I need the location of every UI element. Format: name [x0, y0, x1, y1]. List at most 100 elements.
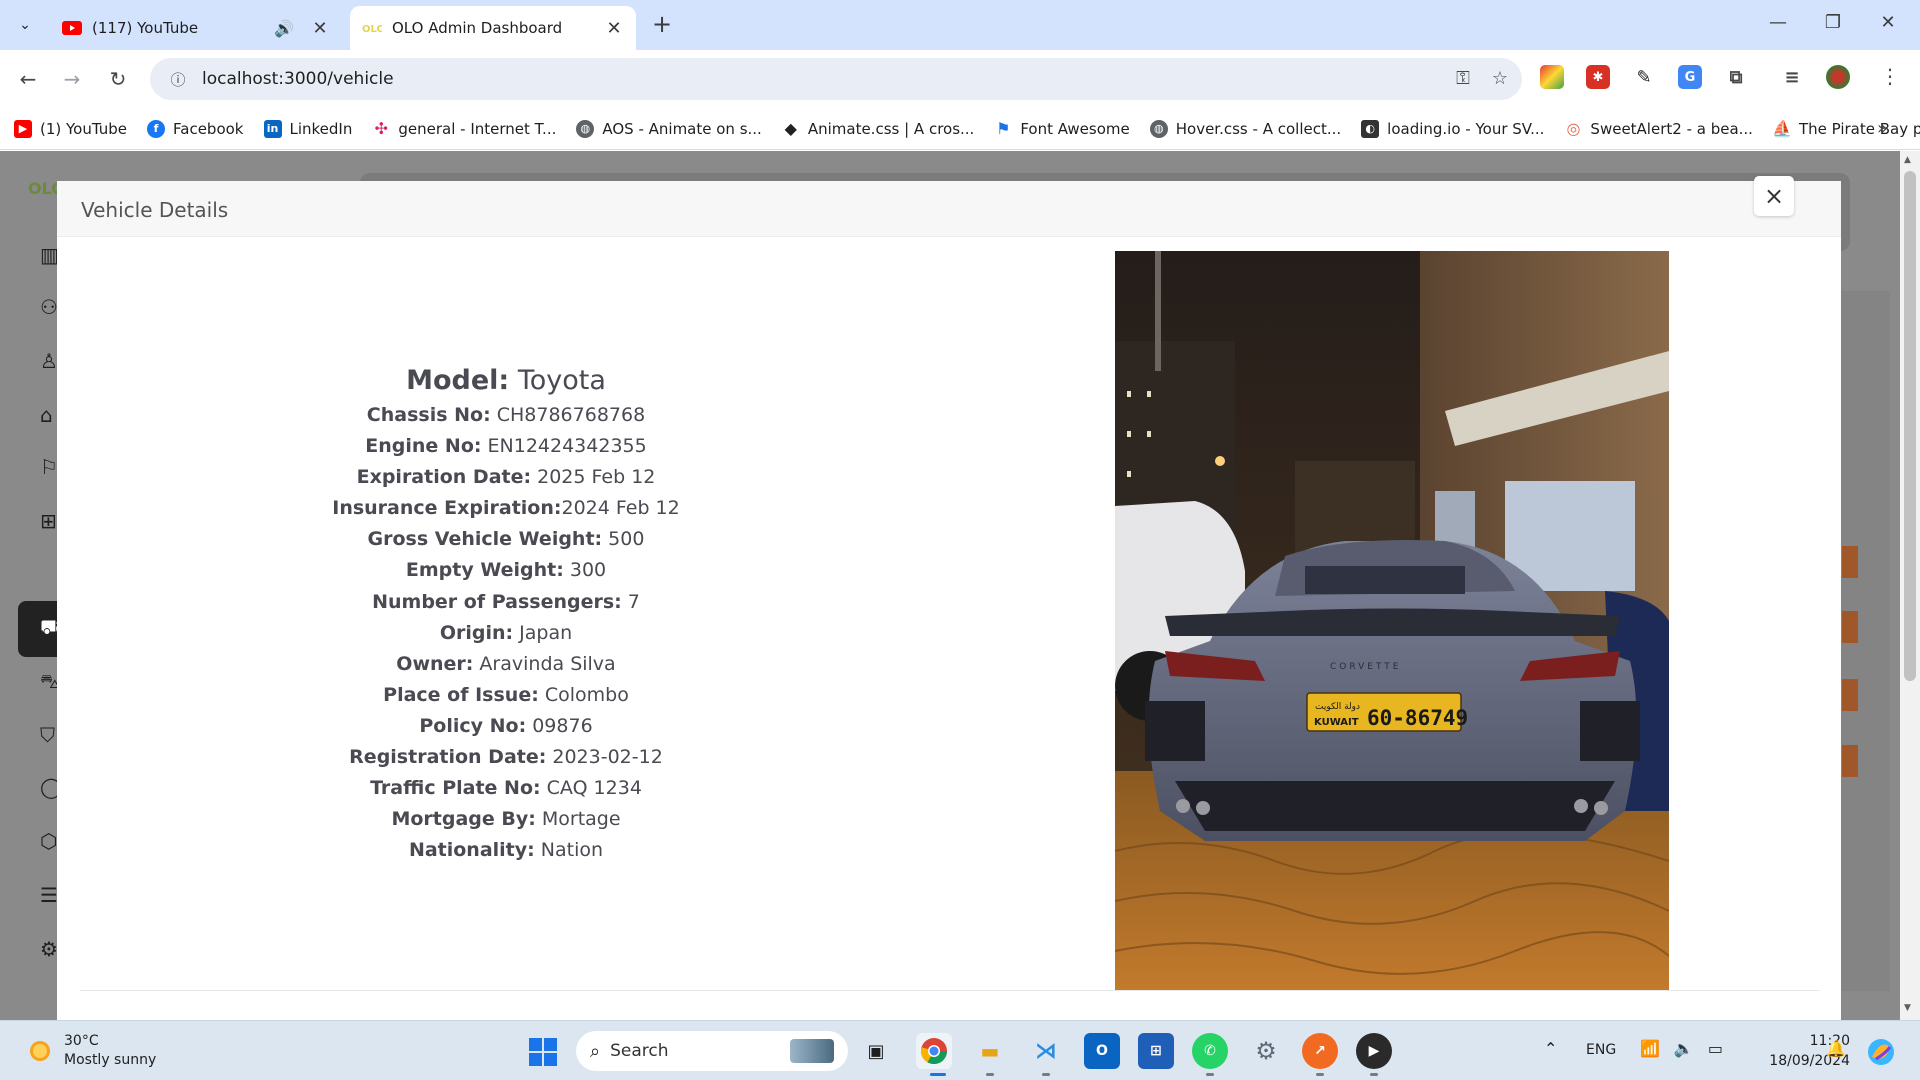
globe-icon: ◍ [576, 119, 595, 138]
minimize-button[interactable]: — [1766, 12, 1790, 38]
field-value: 500 [602, 528, 645, 551]
detail-row: Insurance Expiration:2024 Feb 12 [290, 493, 722, 524]
media-control-icon[interactable]: ≡ [1780, 65, 1804, 89]
youtube-icon: ▶ [14, 119, 32, 138]
battery-icon[interactable]: ▭ [1708, 1039, 1723, 1058]
reload-button[interactable]: ↻ [104, 65, 132, 93]
weather-temperature[interactable]: 30°C [64, 1033, 99, 1049]
notification-bell-icon[interactable]: 🔔 [1826, 1039, 1846, 1058]
postman-icon[interactable]: ↗ [1302, 1033, 1338, 1069]
vscode-icon[interactable]: ⋊ [1028, 1033, 1064, 1069]
view-button[interactable] [1842, 745, 1858, 777]
bookmark-item[interactable]: ◍ Hover.css - A collect... [1149, 119, 1342, 138]
users-icon[interactable]: ⚇ [40, 295, 58, 319]
bookmark-label: Hover.css - A collect... [1175, 119, 1342, 138]
detail-row: Engine No: EN12424342355 [290, 431, 722, 462]
gear-icon[interactable]: ⚙ [40, 937, 58, 961]
eyedropper-icon[interactable]: ✎ [1632, 65, 1656, 89]
tab-search-button[interactable]: ⌄ [10, 10, 40, 40]
user-icon[interactable]: ♙ [40, 349, 58, 373]
weather-description[interactable]: Mostly sunny [64, 1052, 156, 1068]
field-label: Origin: [439, 621, 514, 644]
outlook-icon[interactable]: O [1084, 1033, 1120, 1069]
tab-olo-admin[interactable]: OLO OLO Admin Dashboard ✕ [350, 6, 636, 50]
site-info-icon[interactable]: ⓘ [158, 69, 198, 90]
bookmark-item[interactable]: ⚑ Font Awesome [994, 119, 1130, 138]
view-button[interactable] [1842, 679, 1858, 711]
window-close-button[interactable]: ✕ [1876, 12, 1900, 38]
puzzle-extensions-icon[interactable]: ⧉ [1724, 65, 1748, 89]
plate-country: KUWAIT [1314, 717, 1359, 728]
taskbar-search[interactable]: ⌕ Search [576, 1031, 848, 1071]
chevron-up-icon[interactable]: ⌃ [1544, 1039, 1557, 1058]
scroll-up-icon[interactable]: ▲ [1904, 155, 1911, 165]
microsoft-store-icon[interactable]: ⊞ [1138, 1033, 1174, 1069]
windows-start-icon[interactable] [528, 1037, 558, 1067]
profile-avatar[interactable] [1826, 65, 1850, 89]
field-value: Mortage [535, 808, 621, 831]
youtube-icon [62, 18, 82, 38]
whatsapp-icon[interactable]: ✆ [1192, 1033, 1228, 1069]
media-player-icon[interactable]: ▶ [1356, 1033, 1392, 1069]
chrome-icon[interactable] [916, 1033, 952, 1069]
svg-text:OLO: OLO [362, 24, 382, 35]
field-value: Japan [513, 621, 573, 644]
settings-gear-icon[interactable]: ⚙ [1248, 1033, 1284, 1069]
field-label: Gross Vehicle Weight: [367, 528, 603, 551]
gift-icon[interactable]: ⊞ [40, 509, 57, 533]
bookmark-icon[interactable]: ⚐ [40, 455, 58, 479]
bookmark-star-icon[interactable]: ☆ [1492, 68, 1508, 89]
scroll-down-icon[interactable]: ▼ [1904, 1003, 1911, 1013]
field-label: Nationality: [408, 839, 535, 862]
page-scrollbar[interactable]: ▲ ▼ [1900, 151, 1920, 1020]
detail-row: Place of Issue: Colombo [290, 680, 722, 711]
scroll-thumb[interactable] [1904, 171, 1916, 681]
bookmark-item[interactable]: ◎ SweetAlert2 - a bea... [1564, 119, 1753, 138]
bookmark-item[interactable]: ◍ AOS - Animate on s... [576, 119, 762, 138]
box-icon[interactable]: ⬡ [40, 829, 57, 853]
file-explorer-icon[interactable]: ▬ [972, 1033, 1008, 1069]
speaker-icon[interactable]: 🔊 [274, 19, 294, 38]
bookmark-item[interactable]: ▶ (1) YouTube [14, 119, 128, 138]
restore-button[interactable]: ❐ [1821, 12, 1845, 38]
volume-icon[interactable]: 🔈 [1674, 1039, 1694, 1058]
task-view-icon[interactable]: ▣ [858, 1033, 894, 1069]
url-text[interactable]: localhost:3000/vehicle [202, 69, 1522, 89]
bookmark-item[interactable]: ◐ loading.io - Your SV... [1361, 119, 1544, 138]
olo-favicon-icon: OLO [362, 18, 382, 38]
modal-close-button[interactable]: × [1754, 176, 1794, 216]
address-bar[interactable]: ⓘ localhost:3000/vehicle ⚿ ☆ [150, 58, 1522, 100]
bookmark-label: Facebook [173, 119, 244, 138]
view-button[interactable] [1842, 546, 1858, 578]
close-icon[interactable]: ✕ [310, 18, 330, 39]
bookmark-label: (1) YouTube [40, 119, 128, 138]
new-tab-button[interactable]: + [650, 12, 674, 38]
bookmark-item[interactable]: in LinkedIn [263, 119, 352, 138]
windows-taskbar: 30°C Mostly sunny ⌕ Search ▣ ▬ ⋊ O ⊞ ✆ ⚙… [0, 1020, 1920, 1080]
shield-icon[interactable]: ⛉ [40, 723, 55, 747]
extension-icon[interactable]: ✱ [1586, 65, 1610, 89]
more-menu-icon[interactable]: ⋮ [1880, 64, 1900, 88]
password-key-icon[interactable]: ⚿ [1456, 68, 1470, 89]
bookmark-item[interactable]: f Facebook [147, 119, 244, 138]
detail-row: Traffic Plate No: CAQ 1234 [290, 773, 722, 804]
color-picker-extension-icon[interactable] [1540, 65, 1564, 89]
view-button[interactable] [1842, 611, 1858, 643]
bookmark-item[interactable]: ✣ general - Internet T... [372, 119, 556, 138]
back-button[interactable]: ← [14, 65, 42, 93]
close-icon[interactable]: ✕ [604, 18, 624, 39]
server-icon[interactable]: ☰ [40, 883, 58, 907]
sun-icon[interactable] [26, 1037, 54, 1065]
wifi-icon[interactable]: 📶 [1640, 1039, 1660, 1058]
tab-youtube[interactable]: (117) YouTube 🔊 ✕ [50, 6, 342, 50]
input-language[interactable]: ENG [1586, 1042, 1616, 1058]
translate-icon[interactable]: G [1678, 65, 1702, 89]
bookmark-item[interactable]: ⛵ The Pirate Bay prox... [1772, 119, 1920, 138]
bookmark-item[interactable]: ◆ Animate.css | A cros... [781, 119, 974, 138]
field-label: Model: [406, 365, 510, 396]
copilot-icon[interactable] [1866, 1037, 1896, 1067]
home-icon[interactable]: ⌂ [40, 403, 53, 427]
detail-row: Chassis No: CH8786768768 [290, 400, 722, 431]
forward-button[interactable]: → [58, 65, 86, 93]
chevron-right-double-icon[interactable]: » [1877, 118, 1888, 139]
